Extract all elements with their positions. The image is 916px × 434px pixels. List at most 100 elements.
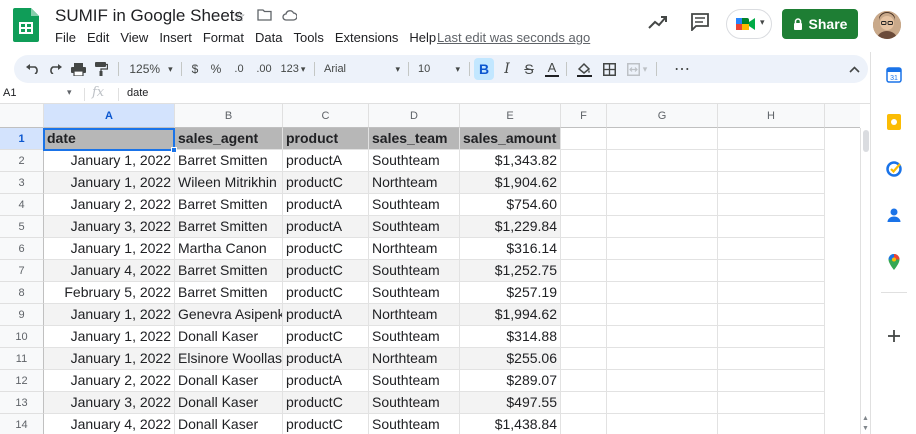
decrease-decimal-button[interactable]: .0 <box>230 55 248 83</box>
table-cell[interactable]: $289.07 <box>460 370 561 392</box>
print-icon[interactable] <box>68 55 88 83</box>
collapse-toolbar-icon[interactable] <box>846 55 862 83</box>
table-cell[interactable]: Southteam <box>369 282 460 304</box>
table-cell[interactable] <box>718 392 825 414</box>
bold-button[interactable]: B <box>474 58 494 80</box>
row-header-13[interactable]: 13 <box>0 392 44 414</box>
table-cell[interactable]: Southteam <box>369 216 460 238</box>
tasks-icon[interactable] <box>886 161 902 177</box>
table-cell[interactable]: January 1, 2022 <box>44 150 175 172</box>
table-cell[interactable]: $1,229.84 <box>460 216 561 238</box>
sheets-logo-icon[interactable] <box>13 8 39 42</box>
table-cell[interactable] <box>561 326 607 348</box>
column-header-e[interactable]: E <box>460 104 561 128</box>
table-cell[interactable] <box>607 304 718 326</box>
table-cell[interactable]: $255.06 <box>460 348 561 370</box>
table-cell[interactable]: Northteam <box>369 348 460 370</box>
table-cell[interactable] <box>718 194 825 216</box>
table-cell[interactable]: Northteam <box>369 304 460 326</box>
table-cell[interactable]: January 1, 2022 <box>44 326 175 348</box>
column-header-a[interactable]: A <box>44 104 175 128</box>
percent-format-button[interactable]: % <box>208 55 224 83</box>
table-cell[interactable]: Northteam <box>369 238 460 260</box>
menu-file[interactable]: File <box>55 30 76 45</box>
row-header-7[interactable]: 7 <box>0 260 44 282</box>
table-cell[interactable]: productC <box>283 282 369 304</box>
table-cell[interactable]: Southteam <box>369 392 460 414</box>
more-options-icon[interactable]: ⋯ <box>672 55 692 83</box>
activity-trend-icon[interactable] <box>648 14 668 30</box>
table-cell[interactable]: Barret Smitten <box>175 150 283 172</box>
document-title[interactable]: SUMIF in Google Sheets <box>55 6 243 26</box>
increase-decimal-button[interactable]: .00 <box>253 55 275 83</box>
table-cell[interactable]: Southteam <box>369 370 460 392</box>
account-avatar[interactable] <box>873 11 901 39</box>
header-cell[interactable]: sales_amount <box>460 128 561 150</box>
scroll-up-arrow-icon[interactable]: ▲ <box>862 415 869 422</box>
header-cell[interactable] <box>607 128 718 150</box>
table-cell[interactable] <box>607 392 718 414</box>
vertical-scrollbar[interactable]: ▲ ▼ <box>860 128 870 434</box>
row-header-14[interactable]: 14 <box>0 414 44 434</box>
table-cell[interactable]: productC <box>283 392 369 414</box>
column-header-b[interactable]: B <box>175 104 283 128</box>
maps-icon[interactable] <box>886 254 902 270</box>
table-cell[interactable]: productC <box>283 238 369 260</box>
table-cell[interactable] <box>607 194 718 216</box>
comment-icon[interactable] <box>690 13 710 31</box>
table-cell[interactable]: January 4, 2022 <box>44 414 175 434</box>
redo-icon[interactable] <box>45 55 65 83</box>
menu-extensions[interactable]: Extensions <box>335 30 399 45</box>
menu-help[interactable]: Help <box>409 30 436 45</box>
table-cell[interactable] <box>561 216 607 238</box>
table-cell[interactable] <box>561 238 607 260</box>
table-cell[interactable] <box>561 194 607 216</box>
currency-format-button[interactable]: $ <box>187 55 203 83</box>
table-cell[interactable] <box>718 282 825 304</box>
table-cell[interactable] <box>607 150 718 172</box>
table-cell[interactable] <box>607 260 718 282</box>
header-cell[interactable]: sales_team <box>369 128 460 150</box>
star-icon[interactable]: ☆ <box>233 8 246 25</box>
table-cell[interactable]: January 1, 2022 <box>44 348 175 370</box>
font-size-select[interactable]: 10 ▾ <box>414 55 464 83</box>
row-header-8[interactable]: 8 <box>0 282 44 304</box>
table-cell[interactable]: productA <box>283 194 369 216</box>
table-cell[interactable] <box>561 282 607 304</box>
table-cell[interactable] <box>561 172 607 194</box>
column-header-g[interactable]: G <box>607 104 718 128</box>
fill-handle[interactable] <box>171 147 177 153</box>
row-header-1[interactable]: 1 <box>0 128 44 150</box>
table-cell[interactable]: January 2, 2022 <box>44 194 175 216</box>
table-cell[interactable] <box>561 414 607 434</box>
font-family-select[interactable]: Arial ▾ <box>320 55 404 83</box>
menu-insert[interactable]: Insert <box>159 30 192 45</box>
table-cell[interactable] <box>718 326 825 348</box>
table-cell[interactable]: productA <box>283 370 369 392</box>
header-cell[interactable]: sales_agent <box>175 128 283 150</box>
cloud-status-icon[interactable] <box>282 10 297 21</box>
table-cell[interactable] <box>561 150 607 172</box>
row-header-3[interactable]: 3 <box>0 172 44 194</box>
table-cell[interactable]: Southteam <box>369 260 460 282</box>
table-cell[interactable] <box>607 326 718 348</box>
menu-data[interactable]: Data <box>255 30 282 45</box>
table-cell[interactable]: Donall Kaser <box>175 370 283 392</box>
table-cell[interactable]: $497.55 <box>460 392 561 414</box>
share-button[interactable]: Share <box>782 9 858 39</box>
column-header-h[interactable]: H <box>718 104 825 128</box>
column-header-f[interactable]: F <box>561 104 607 128</box>
table-cell[interactable]: Barret Smitten <box>175 260 283 282</box>
table-cell[interactable]: Southteam <box>369 414 460 434</box>
table-cell[interactable]: $754.60 <box>460 194 561 216</box>
number-format-select[interactable]: 123 ▾ <box>278 55 308 83</box>
table-cell[interactable] <box>718 348 825 370</box>
vertical-scrollbar-thumb[interactable] <box>863 130 869 152</box>
menu-format[interactable]: Format <box>203 30 244 45</box>
row-header-12[interactable]: 12 <box>0 370 44 392</box>
table-cell[interactable] <box>718 150 825 172</box>
table-cell[interactable]: productC <box>283 172 369 194</box>
keep-icon[interactable] <box>886 114 902 130</box>
strikethrough-button[interactable]: S <box>520 55 538 83</box>
table-cell[interactable]: Wileen Mitrikhin <box>175 172 283 194</box>
